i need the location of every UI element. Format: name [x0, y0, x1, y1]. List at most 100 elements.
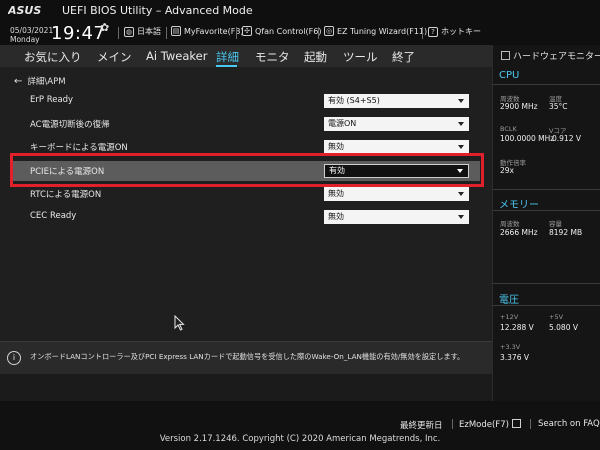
ezmode-button[interactable]: EzMode(F7)	[459, 419, 521, 430]
erp-ready-dropdown[interactable]: 有効 (S4+S5)	[324, 94, 469, 108]
breadcrumb[interactable]: ← 詳細\APM	[14, 75, 66, 87]
cpu-temp-value: 35°C	[549, 102, 568, 111]
language-button[interactable]: ◍ 日本語	[124, 26, 161, 37]
main-menu: お気に入り メイン Ai Tweaker 詳細 モニタ 起動 ツール 終了	[0, 45, 492, 67]
back-arrow-icon[interactable]: ←	[14, 76, 22, 87]
divider	[530, 419, 531, 429]
globe-icon: ◍	[124, 26, 134, 37]
dropdown-value: 無効	[328, 142, 344, 151]
app-title: UEFI BIOS Utility – Advanced Mode	[62, 4, 253, 17]
dropdown-value: 無効	[328, 189, 344, 198]
bclk-value: 100.0000 MHz	[500, 134, 555, 143]
power-on-rtc-dropdown[interactable]: 無効	[324, 187, 469, 201]
setting-row-power-on-rtc[interactable]: RTCによる電源ON 無効	[10, 184, 480, 204]
chevron-down-icon	[458, 145, 464, 149]
day-text: Monday	[10, 35, 40, 44]
last-modified-button[interactable]: 最終更新日	[400, 419, 443, 431]
dropdown-value: 有効 (S4+S5)	[328, 96, 380, 105]
tab-boot[interactable]: 起動	[304, 49, 327, 65]
cec-ready-dropdown[interactable]: 無効	[324, 210, 469, 224]
bclk-label: BCLK	[500, 125, 517, 133]
date-display: 05/03/2021 Monday	[10, 26, 53, 44]
chevron-down-icon	[458, 215, 464, 219]
svg-text:ASUS: ASUS	[8, 4, 41, 17]
breadcrumb-path: 詳細\APM	[27, 77, 66, 87]
ez-tuning-label: EZ Tuning Wizard(F11)	[337, 26, 428, 36]
mem-freq-label: 周波数	[500, 220, 520, 228]
help-text: オンボードLANコントローラー及びPCI Express LANカードで起動信号…	[30, 352, 465, 361]
divider	[493, 84, 600, 85]
chevron-down-icon	[458, 99, 464, 103]
qfan-label: Qfan Control(F6)	[255, 26, 322, 36]
mem-cap-value: 8192 MB	[549, 228, 583, 237]
asus-logo: ASUS	[8, 4, 41, 17]
setting-row-erp-ready[interactable]: ErP Ready 有効 (S4+S5)	[10, 91, 480, 111]
setting-label: CEC Ready	[30, 211, 77, 221]
tab-main[interactable]: メイン	[97, 49, 132, 65]
divider	[318, 27, 319, 39]
tab-advanced[interactable]: 詳細	[216, 49, 239, 65]
hardware-monitor-title: ハードウェアモニター	[501, 49, 600, 62]
hotkey-button[interactable]: ? ホットキー	[428, 26, 481, 37]
title-bar: ASUS UEFI BIOS Utility – Advanced Mode	[0, 0, 600, 20]
highlight-annotation	[10, 153, 484, 187]
bulb-icon: ◎	[324, 26, 334, 36]
v12-value: 12.288 V	[500, 323, 534, 332]
myfavorite-label: MyFavorite(F3)	[184, 26, 244, 36]
tab-ai-tweaker[interactable]: Ai Tweaker	[146, 49, 207, 63]
divider	[493, 189, 600, 190]
setting-label: RTCによる電源ON	[30, 190, 102, 200]
divider	[493, 305, 600, 306]
memory-heading: メモリー	[499, 200, 539, 211]
v5-label: +5V	[549, 313, 564, 321]
qfan-button[interactable]: ✣ Qfan Control(F6)	[242, 26, 321, 36]
tab-monitor[interactable]: モニタ	[255, 49, 290, 65]
help-icon: ?	[428, 26, 438, 37]
divider	[493, 210, 600, 211]
divider	[452, 419, 453, 429]
divider	[493, 283, 600, 284]
info-bar: 05/03/2021 Monday 19:47 ✿ ◍ 日本語 ▤ MyFavo…	[0, 20, 600, 45]
language-label: 日本語	[137, 27, 161, 36]
mem-freq-value: 2666 MHz	[500, 228, 538, 237]
tab-favorites[interactable]: お気に入り	[24, 49, 82, 65]
date-text: 05/03/2021	[10, 26, 54, 35]
myfavorite-button[interactable]: ▤ MyFavorite(F3)	[171, 26, 244, 36]
mem-cap-label: 容量	[549, 220, 562, 228]
hardware-monitor-label: ハードウェアモニター	[513, 52, 600, 62]
help-bar: i オンボードLANコントローラー及びPCI Express LANカードで起動…	[0, 341, 492, 374]
search-faq-button[interactable]: Search on FAQ	[538, 419, 600, 429]
divider	[236, 27, 237, 39]
tab-exit[interactable]: 終了	[392, 49, 415, 65]
ez-tuning-button[interactable]: ◎ EZ Tuning Wizard(F11)	[324, 26, 427, 36]
settings-panel: ← 詳細\APM ErP Ready 有効 (S4+S5) AC電源切断後の復帰 …	[0, 67, 492, 341]
cpu-freq-value: 2900 MHz	[500, 102, 538, 111]
dropdown-value: 無効	[328, 212, 344, 221]
v33-label: +3.3V	[500, 343, 521, 351]
vcore-value: 0.912 V	[552, 134, 581, 143]
ratio-value: 29x	[500, 166, 514, 175]
ezmode-label: EzMode(F7)	[459, 420, 509, 430]
cpu-heading: CPU	[499, 70, 520, 81]
voltage-heading: 電圧	[499, 295, 519, 306]
setting-row-cec-ready[interactable]: CEC Ready 無効	[10, 207, 480, 227]
copyright-text: Version 2.17.1246. Copyright (C) 2020 Am…	[159, 434, 441, 444]
clock: 19:47	[51, 23, 106, 44]
v33-value: 3.376 V	[500, 353, 529, 362]
setting-label: AC電源切断後の復帰	[30, 120, 110, 130]
info-icon: i	[7, 351, 21, 365]
setting-row-ac-power-loss[interactable]: AC電源切断後の復帰 電源ON	[10, 114, 480, 134]
v12-label: +12V	[500, 313, 519, 321]
hotkey-label: ホットキー	[441, 27, 481, 36]
dropdown-value: 電源ON	[328, 119, 357, 128]
clock-settings-gear-icon[interactable]: ✿	[100, 21, 109, 34]
divider	[118, 27, 119, 39]
power-on-keyboard-dropdown[interactable]: 無効	[324, 140, 469, 154]
mouse-cursor-icon	[174, 315, 185, 331]
footer-bar: 最終更新日 EzMode(F7) Search on FAQ Version 2…	[0, 401, 600, 450]
ac-power-loss-dropdown[interactable]: 電源ON	[324, 117, 469, 131]
chevron-down-icon	[458, 122, 464, 126]
tab-tool[interactable]: ツール	[343, 49, 378, 65]
setting-label: ErP Ready	[30, 95, 74, 105]
divider	[422, 27, 423, 39]
